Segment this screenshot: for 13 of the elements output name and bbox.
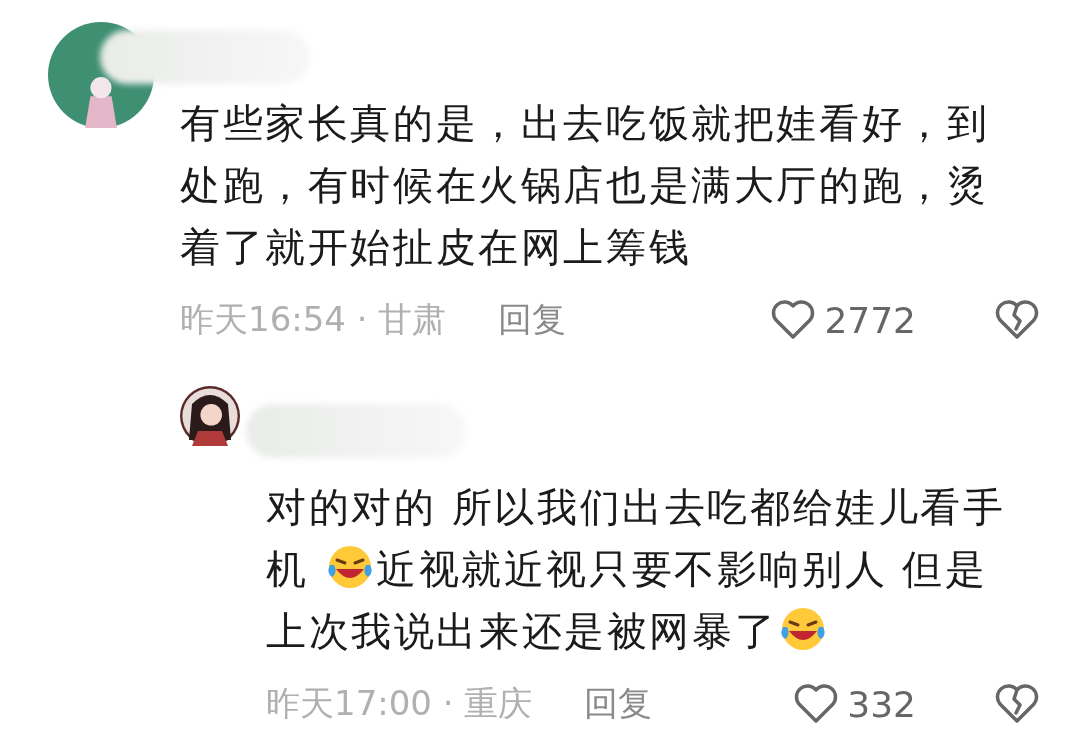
reply-link[interactable]: 回复 xyxy=(498,297,567,343)
heart-icon[interactable] xyxy=(770,299,817,341)
reply-link[interactable]: 回复 xyxy=(584,681,653,727)
comment-time-location: 昨天17:00 · 重庆 xyxy=(266,682,533,725)
broken-heart-icon[interactable] xyxy=(994,299,1040,341)
heart-icon[interactable] xyxy=(793,683,840,725)
like-count: 2772 xyxy=(824,299,916,341)
broken-heart-icon[interactable] xyxy=(994,683,1040,725)
like-count: 332 xyxy=(847,683,916,725)
comment-time-location: 昨天16:54 · 甘肃 xyxy=(180,298,447,341)
avatar[interactable] xyxy=(180,386,240,446)
comment-text: 有些家长真的是，出去吃饭就把娃看好，到处跑，有时候在火锅店也是满大厅的跑，烫着了就开始扯皮在网上筹钱 xyxy=(180,99,991,272)
comment-text: 对的对的 所以我们出去吃都给娃儿看手机 近视就近视只要不影响别人 但是上次我说出来还是被网暴了 xyxy=(266,483,1007,656)
